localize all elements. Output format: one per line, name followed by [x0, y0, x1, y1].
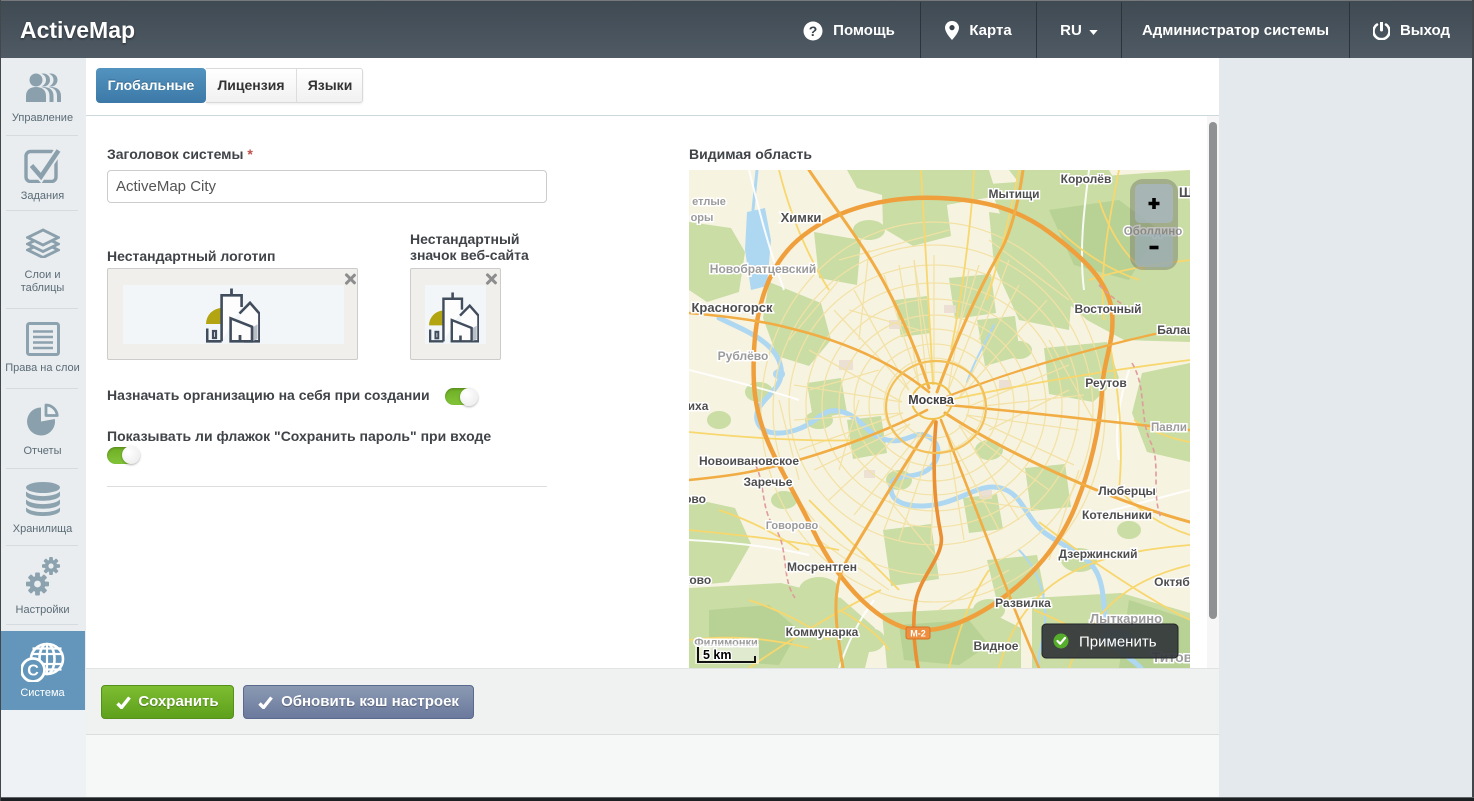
- svg-text:М-2: М-2: [910, 629, 926, 639]
- svg-text:Развилка: Развилка: [995, 596, 1051, 610]
- svg-text:ово: ово: [689, 492, 706, 506]
- svg-text:Коммунарка: Коммунарка: [786, 625, 859, 639]
- svg-text:Королёв: Королёв: [1061, 172, 1112, 186]
- svg-text:Видное: Видное: [974, 639, 1019, 653]
- svg-text:Щ: Щ: [1179, 184, 1190, 200]
- svg-text:Люберцы: Люберцы: [1098, 484, 1156, 498]
- svg-text:C: C: [27, 663, 39, 680]
- svg-text:Дзержинский: Дзержинский: [1058, 547, 1137, 561]
- svg-text:Новобратцевский: Новобратцевский: [710, 262, 816, 276]
- svg-text:?: ?: [809, 23, 818, 39]
- svg-text:Заречье: Заречье: [744, 475, 793, 489]
- svg-text:Москва: Москва: [908, 393, 955, 407]
- svg-text:Котельники: Котельники: [1082, 508, 1152, 522]
- svg-text:уково: уково: [689, 573, 711, 587]
- svg-text:Рублёво: Рублёво: [718, 349, 769, 363]
- svg-text:Павли: Павли: [1151, 422, 1187, 434]
- svg-text:оры: оры: [691, 212, 714, 224]
- svg-text:етлые: етлые: [692, 196, 726, 208]
- svg-text:Балаш: Балаш: [1157, 323, 1190, 337]
- svg-text:Реутов: Реутов: [1085, 376, 1126, 390]
- svg-text:Новоивановское: Новоивановское: [699, 454, 799, 468]
- svg-text:Восточный: Восточный: [1074, 302, 1141, 316]
- svg-text:Октяб: Октяб: [1154, 575, 1190, 589]
- svg-text:5 km: 5 km: [703, 648, 732, 662]
- svg-text:Мосрентген: Мосрентген: [787, 560, 857, 574]
- svg-text:иха: иха: [689, 399, 709, 413]
- svg-text:Химки: Химки: [781, 210, 822, 225]
- svg-text:Мытищи: Мытищи: [989, 187, 1040, 201]
- svg-text:Применить: Применить: [1079, 634, 1157, 651]
- svg-text:Красногорск: Красногорск: [692, 300, 773, 315]
- svg-text:Говорово: Говорово: [766, 520, 819, 532]
